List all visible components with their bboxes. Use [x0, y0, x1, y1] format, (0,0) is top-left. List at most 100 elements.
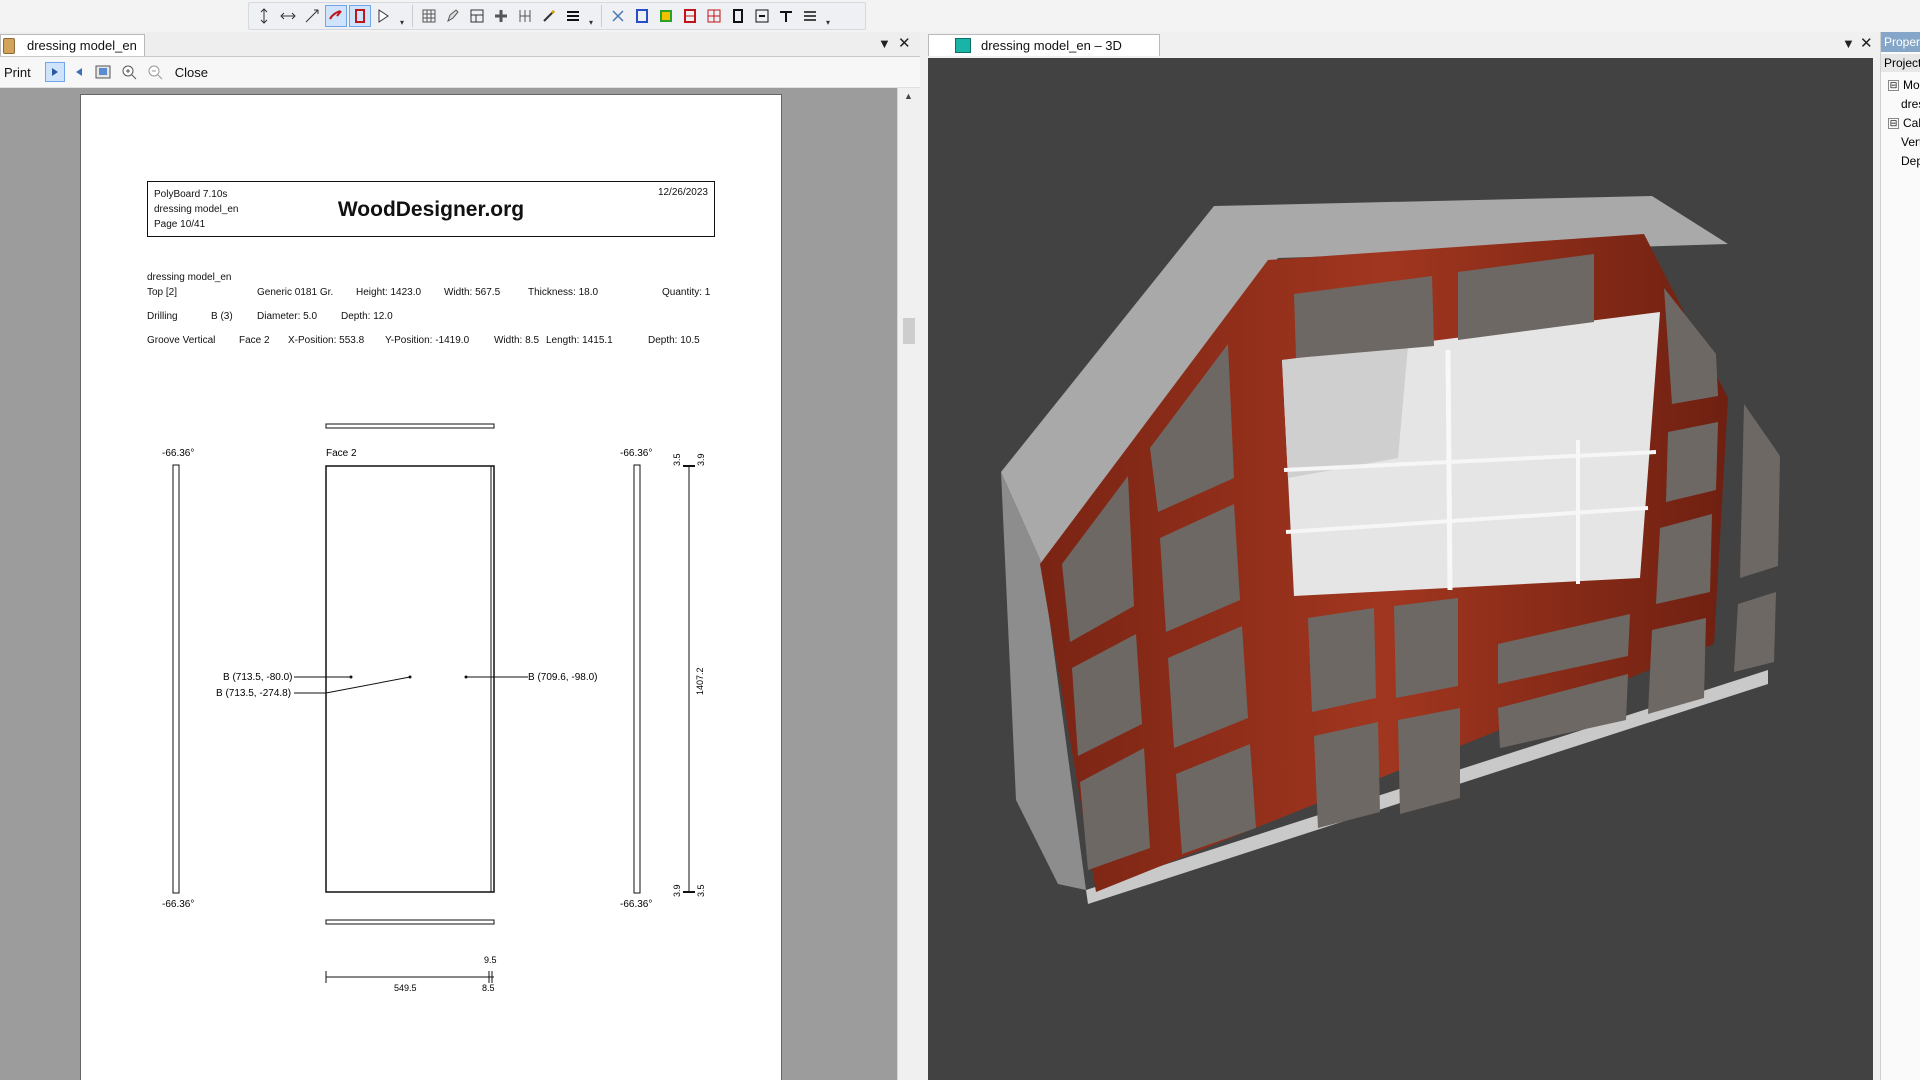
close-icon[interactable]: ✕: [898, 34, 911, 52]
door-panel: [1740, 404, 1780, 578]
angle-label: -66.36°: [162, 448, 194, 459]
drill-callout: B (709.6, -98.0): [528, 672, 597, 683]
pencil-icon[interactable]: [442, 5, 464, 27]
dropdown-chevron-icon[interactable]: ▼: [878, 36, 891, 51]
3d-viewport[interactable]: [928, 58, 1873, 1080]
frame-red-icon[interactable]: [679, 5, 701, 27]
drill-callout: B (713.5, -274.8): [216, 688, 291, 699]
print-button[interactable]: Print: [4, 61, 31, 83]
property-row[interactable]: ⊟Cabinet: [1881, 114, 1920, 132]
interior-shadow: [1282, 346, 1408, 478]
grid-icon[interactable]: [418, 5, 440, 27]
next-page-icon[interactable]: [44, 62, 65, 82]
drill-hole: [408, 675, 412, 679]
drawer-icon[interactable]: [751, 5, 773, 27]
close-button[interactable]: Close: [175, 61, 208, 83]
dimension-label: 3.9: [672, 884, 682, 897]
dimension-label: 3.9: [696, 453, 706, 466]
vertical-scrollbar[interactable]: ▲: [897, 88, 920, 1080]
property-row[interactable]: Depth: [1881, 152, 1920, 170]
part-drawing: Face 2 -66.36° -66.36° -66.36° -66.36° B…: [162, 423, 706, 993]
main-toolbar: ▾ ▾ ▾: [0, 0, 1920, 32]
drill-callout: B (713.5, -80.0): [223, 672, 292, 683]
shelves-icon[interactable]: [562, 5, 584, 27]
dimension-label: 3.5: [672, 453, 682, 466]
dimension-label: 549.5: [394, 983, 417, 993]
frame-blue-icon[interactable]: [631, 5, 653, 27]
door-panel: [1308, 608, 1376, 712]
report-page: PolyBoard 7.10s dressing model_en Page 1…: [80, 94, 782, 1080]
cabinet-model: [1001, 196, 1780, 904]
dropdown-chevron-icon[interactable]: ▼: [1842, 36, 1855, 51]
edit-line-icon[interactable]: [538, 5, 560, 27]
view-3d-panel: dressing model_en – 3D ▼ ✕: [924, 32, 1876, 1080]
preview-area: PolyBoard 7.10s dressing model_en Page 1…: [0, 88, 897, 1080]
print-preview-panel: dressing model_en ▼ ✕ Print Close PolyBo…: [0, 32, 920, 1080]
print-bar: Print Close: [0, 57, 920, 88]
left-tabbar: dressing model_en ▼ ✕: [0, 32, 920, 57]
door-panel: [1314, 722, 1380, 828]
frame-color-icon[interactable]: [655, 5, 677, 27]
page-setup-icon[interactable]: [93, 61, 113, 83]
dimension-label: 3.5: [696, 884, 706, 897]
zoom-out-icon[interactable]: [145, 61, 165, 83]
properties-panel: Properties Project ⊟Model dressing model…: [1880, 32, 1920, 1080]
scrollbar-thumb[interactable]: [903, 318, 915, 344]
horizontal-dimension-icon[interactable]: [277, 5, 299, 27]
door-panel: [1666, 422, 1718, 502]
properties-title: Properties: [1881, 32, 1920, 52]
dimension-label: 8.5: [482, 983, 495, 993]
collapse-icon[interactable]: ⊟: [1888, 118, 1899, 130]
drill-hole: [349, 675, 353, 679]
overflow-chevron-icon[interactable]: ▾: [586, 5, 596, 27]
divider: [1445, 349, 1453, 591]
drill-hole: [464, 675, 468, 679]
left-edge-view: [172, 464, 180, 894]
add-divider-icon[interactable]: [490, 5, 512, 27]
door-panel: [1734, 592, 1776, 672]
diagonal-dimension-icon[interactable]: [301, 5, 323, 27]
property-row[interactable]: Vertical: [1881, 133, 1920, 151]
toolbar-divider: [412, 5, 413, 27]
properties-subtitle: Project: [1881, 54, 1920, 72]
door-panel: [1398, 708, 1460, 814]
angle-label: -66.36°: [162, 899, 194, 910]
toolbar-divider: [601, 5, 602, 27]
angle-label: -66.36°: [620, 899, 652, 910]
dimension-label: 9.5: [484, 955, 497, 965]
pointer-icon[interactable]: [373, 5, 395, 27]
dimension-label: 1407.2: [695, 667, 705, 695]
callout-leader: [325, 676, 411, 694]
door-icon[interactable]: [727, 5, 749, 27]
tab-label: dressing model_en: [27, 38, 137, 53]
property-row[interactable]: dressing model_en: [1881, 95, 1920, 113]
columns-icon[interactable]: [514, 5, 536, 27]
frame-grid-red-icon[interactable]: [703, 5, 725, 27]
door-panel: [1648, 618, 1706, 714]
hanging-rail-icon[interactable]: [775, 5, 797, 27]
table-layout-icon[interactable]: [466, 5, 488, 27]
scissors-icon[interactable]: [607, 5, 629, 27]
overflow-chevron-icon[interactable]: ▾: [823, 5, 833, 27]
document-icon: [3, 37, 15, 54]
tab-3d-view[interactable]: dressing model_en – 3D: [928, 34, 1160, 56]
previous-page-icon[interactable]: [71, 61, 87, 83]
tab-dressing-model[interactable]: dressing model_en: [0, 34, 145, 56]
door-panel: [1394, 598, 1458, 698]
collapse-icon[interactable]: ⊟: [1888, 80, 1899, 92]
zoom-in-icon[interactable]: [119, 61, 139, 83]
panel-select-icon[interactable]: [349, 5, 371, 27]
property-row[interactable]: ⊟Model: [1881, 76, 1920, 94]
overflow-chevron-icon[interactable]: ▾: [397, 5, 407, 27]
top-edge-view: [325, 423, 495, 429]
edit-arrow-icon[interactable]: [325, 5, 347, 27]
close-icon[interactable]: ✕: [1860, 34, 1873, 52]
lines-icon[interactable]: [799, 5, 821, 27]
face-label: Face 2: [326, 448, 357, 459]
door-panel: [1664, 288, 1718, 404]
angle-label: -66.36°: [620, 448, 652, 459]
scroll-up-icon[interactable]: ▲: [904, 91, 913, 101]
vertical-dimension-icon[interactable]: [253, 5, 275, 27]
right-edge-view: [633, 464, 641, 894]
face-outline: [325, 465, 495, 893]
